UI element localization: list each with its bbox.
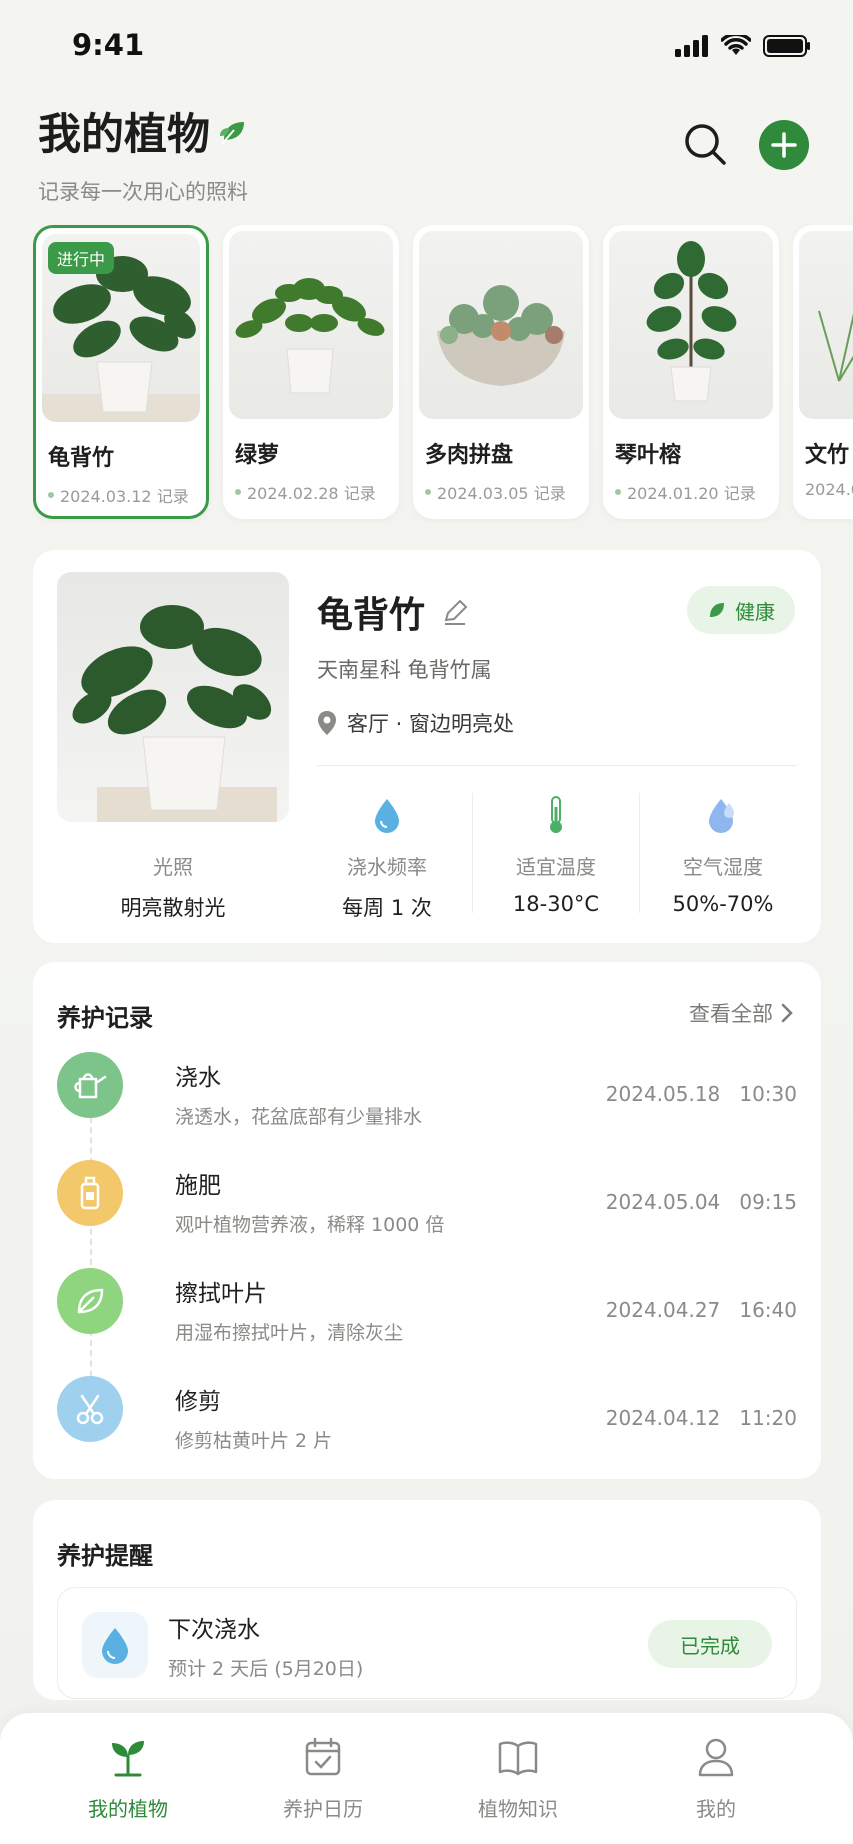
stat-watering: 浇水频率 每周 1 次 (307, 795, 467, 922)
chevron-right-icon (781, 1003, 793, 1023)
page-subtitle: 记录每一次用心的照料 (38, 180, 248, 204)
water-drop-icon (82, 1612, 148, 1678)
plant-image (799, 231, 853, 419)
plant-name: 文竹 (805, 443, 850, 468)
signal-icon (675, 35, 708, 57)
tab-my-plants[interactable]: 我的植物 (48, 1733, 208, 1822)
fertilizer-bottle-icon (57, 1160, 123, 1226)
view-all-link[interactable]: 查看全部 (689, 998, 793, 1028)
add-plant-button[interactable] (759, 120, 809, 170)
record-item[interactable]: 浇水 浇透水，花盆底部有少量排水 2024.05.18 10:30 (57, 1052, 797, 1132)
plus-icon (771, 132, 797, 158)
leaf-icon (710, 603, 724, 617)
record-item[interactable]: 施肥 观叶植物营养液，稀释 1000 倍 2024.05.04 09:15 (57, 1160, 797, 1240)
health-badge: 健康 (687, 586, 795, 634)
sprout-icon (112, 1741, 144, 1777)
plant-family: 天南星科 龟背竹属 (317, 658, 492, 682)
scissors-icon (57, 1376, 123, 1442)
search-button[interactable] (681, 120, 729, 168)
active-badge: 进行中 (48, 242, 115, 274)
record-item[interactable]: 修剪 修剪枯黄叶片 2 片 2024.04.12 11:20 (57, 1376, 797, 1456)
thermometer-icon (550, 796, 562, 833)
tab-care-calendar[interactable]: 养护日历 (243, 1733, 403, 1822)
divider (317, 765, 797, 766)
edit-icon[interactable] (441, 598, 469, 626)
plant-card[interactable]: 绿萝 2024.02.28 记录 (223, 225, 399, 519)
plant-detail-image (57, 572, 289, 822)
section-title: 养护提醒 (57, 1542, 153, 1570)
plant-location: 客厅 · 窗边明亮处 (317, 708, 514, 738)
plant-date: 2024.0 (805, 480, 853, 499)
status-bar: 9:41 (0, 0, 853, 92)
user-icon (698, 1738, 734, 1777)
plant-detail-name: 龟背竹 (317, 586, 469, 638)
care-records-card: 养护记录 查看全部 浇水 浇透水，花盆底部有少量排水 2024.05.18 10… (33, 962, 821, 1479)
plant-date: 2024.03.12 记录 (48, 483, 189, 507)
status-icons (675, 34, 811, 58)
tab-bar: 我的植物 养护日历 植物知识 我的 (0, 1713, 853, 1844)
timeline-line (90, 1107, 92, 1407)
plant-name: 龟背竹 (48, 446, 115, 471)
section-title: 养护记录 (57, 1004, 153, 1032)
calendar-icon (305, 1737, 341, 1776)
plant-date: 2024.03.05 记录 (425, 480, 566, 504)
plant-image (609, 231, 773, 419)
plant-carousel[interactable]: 进行中 龟背竹 2024.03.12 记录 绿萝 2024.02.28 记录 多… (33, 223, 853, 523)
plant-detail-card: 龟背竹 健康 天南星科 龟背竹属 客厅 · 窗边明亮处 光照 明亮散射光 浇水频… (33, 550, 821, 943)
care-reminder-card: 养护提醒 下次浇水 预计 2 天后 (5月20日) 已完成 (33, 1500, 821, 1700)
location-pin-icon (318, 711, 336, 735)
wifi-icon (721, 35, 751, 55)
header: 我的植物 记录每一次用心的照料 (38, 100, 815, 204)
tab-plant-knowledge[interactable]: 植物知识 (438, 1733, 598, 1822)
plant-card[interactable]: 进行中 龟背竹 2024.03.12 记录 (33, 225, 209, 519)
watering-can-icon (57, 1052, 123, 1118)
status-time: 9:41 (72, 28, 145, 62)
humidity-icon (709, 799, 734, 833)
search-icon (685, 124, 726, 165)
stat-humidity: 空气湿度 50%-70% (643, 795, 803, 916)
page-title-text: 我的植物 (38, 110, 210, 160)
book-icon (498, 1741, 538, 1776)
reminder-item[interactable]: 下次浇水 预计 2 天后 (5月20日) 已完成 (57, 1587, 797, 1699)
leaf-icon (57, 1268, 123, 1334)
plant-name: 琴叶榕 (615, 443, 682, 468)
plant-name: 多肉拼盘 (425, 443, 514, 468)
plant-card[interactable]: 文竹 2024.0 (793, 225, 853, 519)
plant-card[interactable]: 琴叶榕 2024.01.20 记录 (603, 225, 779, 519)
plant-image (419, 231, 583, 419)
stat-temperature: 适宜温度 18-30°C (476, 795, 636, 916)
stat-light: 光照 明亮散射光 (120, 855, 226, 920)
plant-card[interactable]: 多肉拼盘 2024.03.05 记录 (413, 225, 589, 519)
plant-date: 2024.02.28 记录 (235, 480, 376, 504)
tab-profile[interactable]: 我的 (636, 1733, 796, 1822)
battery-icon (763, 35, 810, 57)
record-item[interactable]: 擦拭叶片 用湿布擦拭叶片，清除灰尘 2024.04.27 16:40 (57, 1268, 797, 1348)
done-button[interactable]: 已完成 (648, 1620, 772, 1668)
plant-date: 2024.01.20 记录 (615, 480, 756, 504)
plant-name: 绿萝 (235, 443, 280, 468)
plant-image (229, 231, 393, 419)
water-drop-icon (375, 799, 399, 833)
leaf-icon (220, 122, 244, 145)
